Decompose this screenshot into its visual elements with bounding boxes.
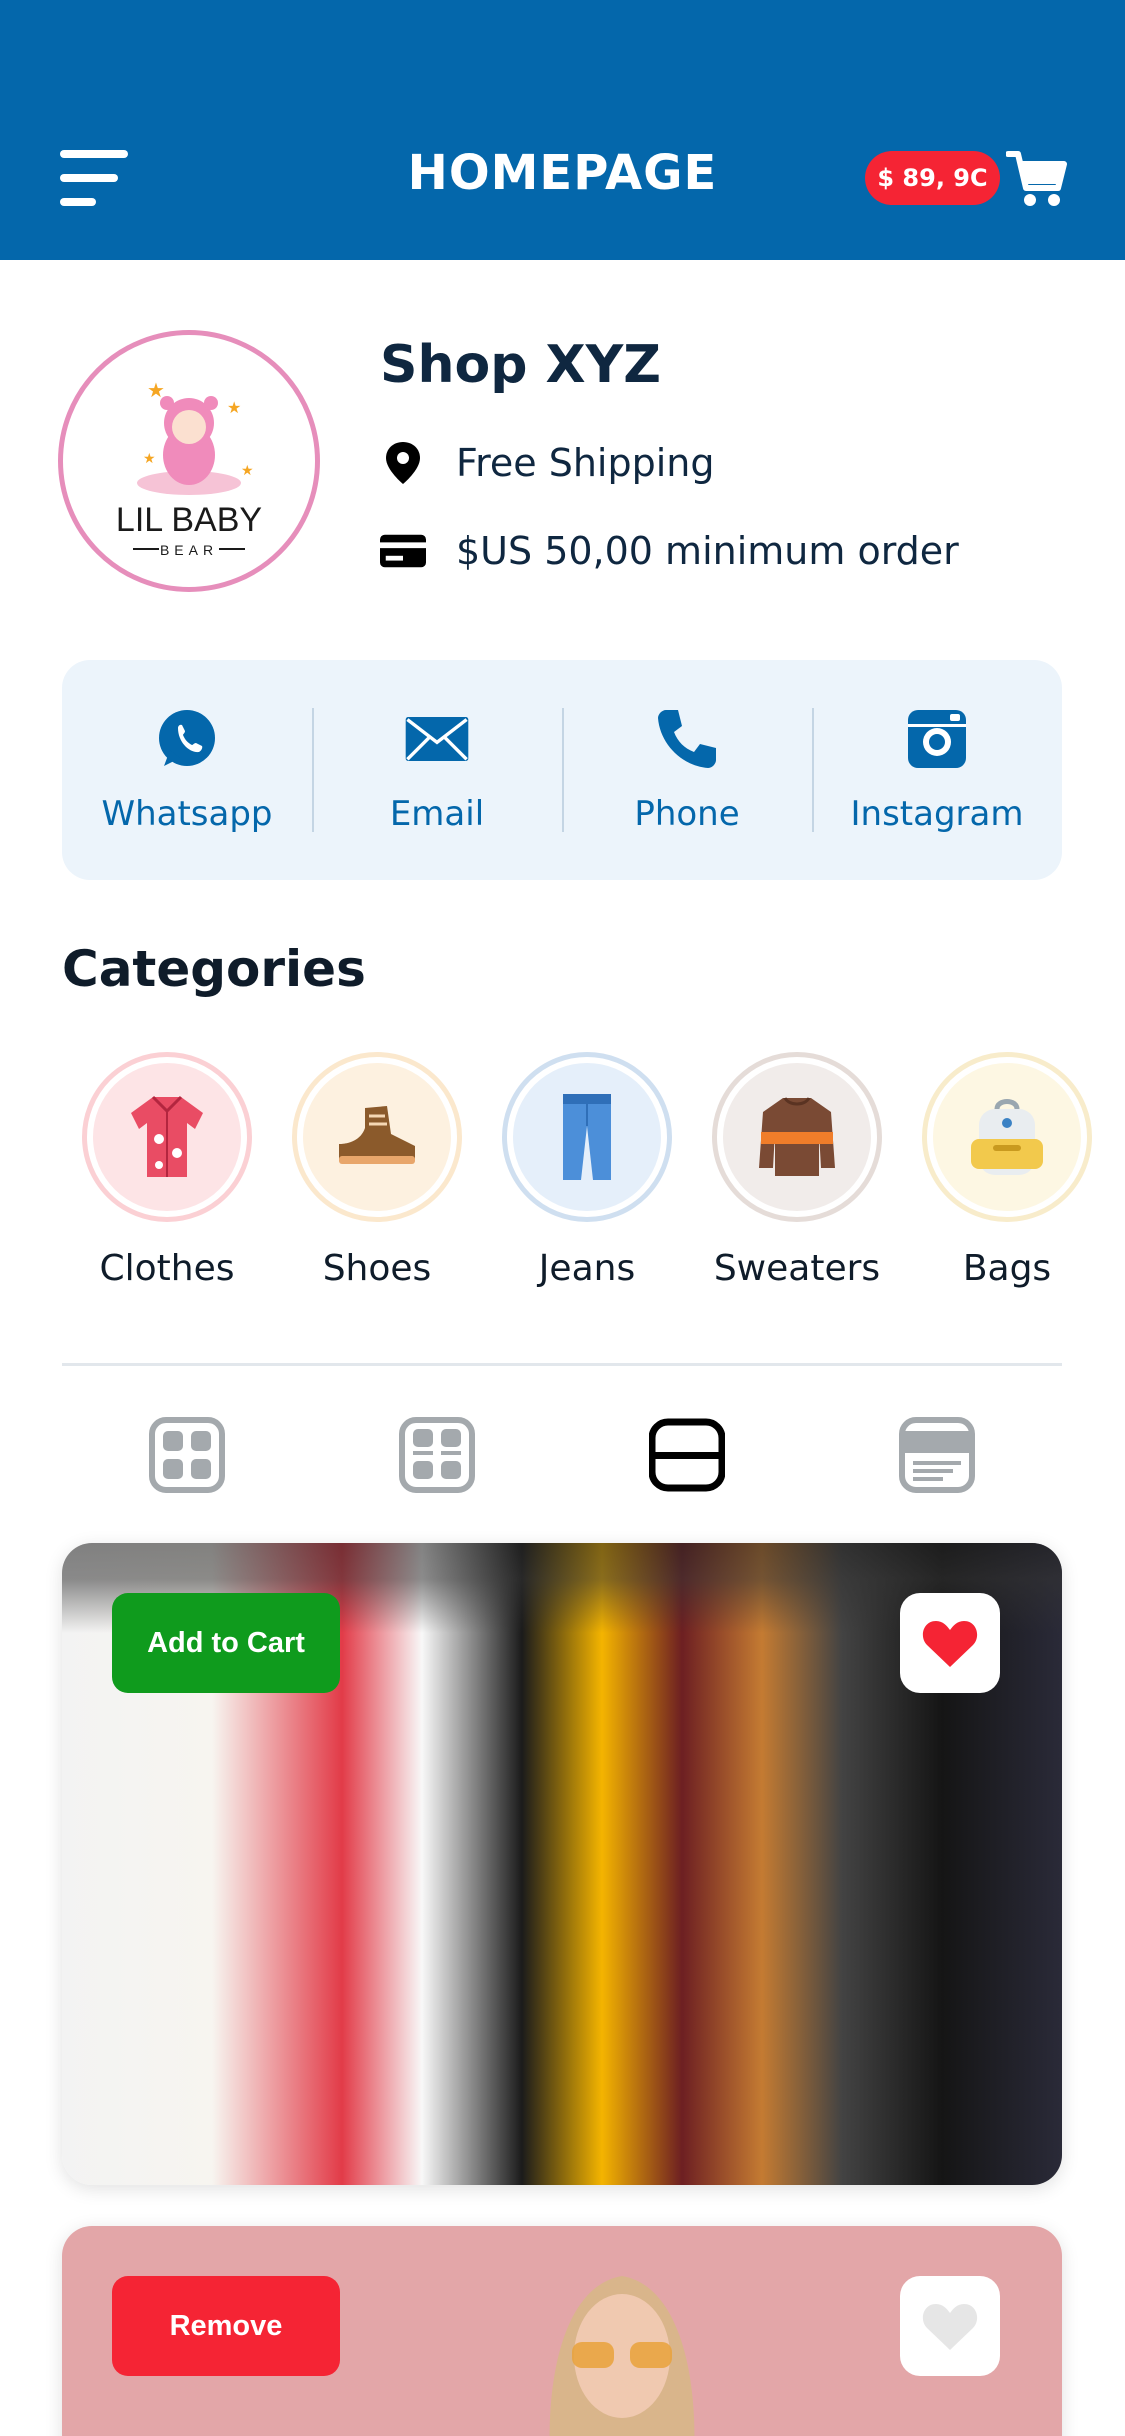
location-pin-icon — [380, 440, 426, 486]
contact-bar: Whatsapp Email Phone Instagram — [62, 660, 1062, 880]
contact-label: Whatsapp — [101, 794, 273, 834]
credit-card-icon — [380, 528, 426, 574]
minimum-order-row: $US 50,00 minimum order — [380, 528, 959, 574]
category-sweaters[interactable]: Sweaters — [692, 1052, 902, 1302]
heart-outline-icon — [922, 2304, 978, 2350]
contact-label: Email — [389, 794, 485, 834]
sweater-icon — [723, 1063, 871, 1211]
list-view-icon[interactable] — [642, 1410, 732, 1500]
view-toggle-bar — [62, 1410, 1062, 1500]
shop-logo: ★ ★ ★ ★ LIL BABY BEAR — [58, 330, 320, 592]
phone-icon — [654, 706, 720, 772]
favorite-button[interactable] — [900, 2276, 1000, 2376]
cart-total-badge[interactable]: $ 89, 9C — [865, 151, 1000, 205]
product-card[interactable]: Add to Cart — [62, 1543, 1062, 2185]
contact-phone[interactable]: Phone — [562, 660, 812, 880]
heart-filled-icon — [922, 1621, 978, 1667]
remove-button[interactable]: Remove — [112, 2276, 340, 2376]
contact-label: Instagram — [850, 794, 1024, 834]
category-list: Clothes Shoes Jeans Sweaters Bags — [62, 1052, 1125, 1302]
shipping-text: Free Shipping — [456, 441, 715, 485]
svg-text:★: ★ — [143, 451, 156, 467]
contact-whatsapp[interactable]: Whatsapp — [62, 660, 312, 880]
logo-text: LIL BABY — [116, 501, 262, 539]
email-icon — [404, 706, 470, 772]
instagram-icon — [904, 706, 970, 772]
whatsapp-icon — [154, 706, 220, 772]
section-divider — [62, 1363, 1062, 1366]
shipping-row: Free Shipping — [380, 440, 715, 486]
jeans-icon — [513, 1063, 661, 1211]
contact-instagram[interactable]: Instagram — [812, 660, 1062, 880]
category-label: Shoes — [322, 1248, 432, 1289]
category-label: Clothes — [99, 1248, 235, 1289]
shoes-icon — [303, 1063, 451, 1211]
card-grid-view-icon[interactable] — [392, 1410, 482, 1500]
category-shoes[interactable]: Shoes — [272, 1052, 482, 1302]
add-to-cart-button[interactable]: Add to Cart — [112, 1593, 340, 1693]
logo-subtext: BEAR — [160, 542, 218, 558]
category-bags[interactable]: Bags — [902, 1052, 1112, 1302]
shopping-cart-icon[interactable] — [1005, 148, 1068, 210]
clothes-icon — [93, 1063, 241, 1211]
app-header: HOMEPAGE $ 89, 9C — [0, 0, 1125, 260]
product-image — [549, 2276, 695, 2436]
category-label: Sweaters — [713, 1248, 881, 1289]
svg-text:★: ★ — [241, 463, 254, 479]
detail-list-view-icon[interactable] — [892, 1410, 982, 1500]
minimum-order-text: $US 50,00 minimum order — [456, 529, 959, 573]
favorite-button[interactable] — [900, 1593, 1000, 1693]
category-jeans[interactable]: Jeans — [482, 1052, 692, 1302]
svg-text:★: ★ — [227, 398, 241, 417]
category-clothes[interactable]: Clothes — [62, 1052, 272, 1302]
contact-email[interactable]: Email — [312, 660, 562, 880]
category-label: Jeans — [538, 1248, 636, 1289]
product-card[interactable]: Remove — [62, 2226, 1062, 2436]
bag-icon — [933, 1063, 1081, 1211]
categories-title: Categories — [62, 940, 366, 998]
category-label: Bags — [962, 1248, 1052, 1289]
shop-name: Shop XYZ — [380, 335, 661, 395]
contact-label: Phone — [634, 794, 740, 834]
grid-view-icon[interactable] — [142, 1410, 232, 1500]
